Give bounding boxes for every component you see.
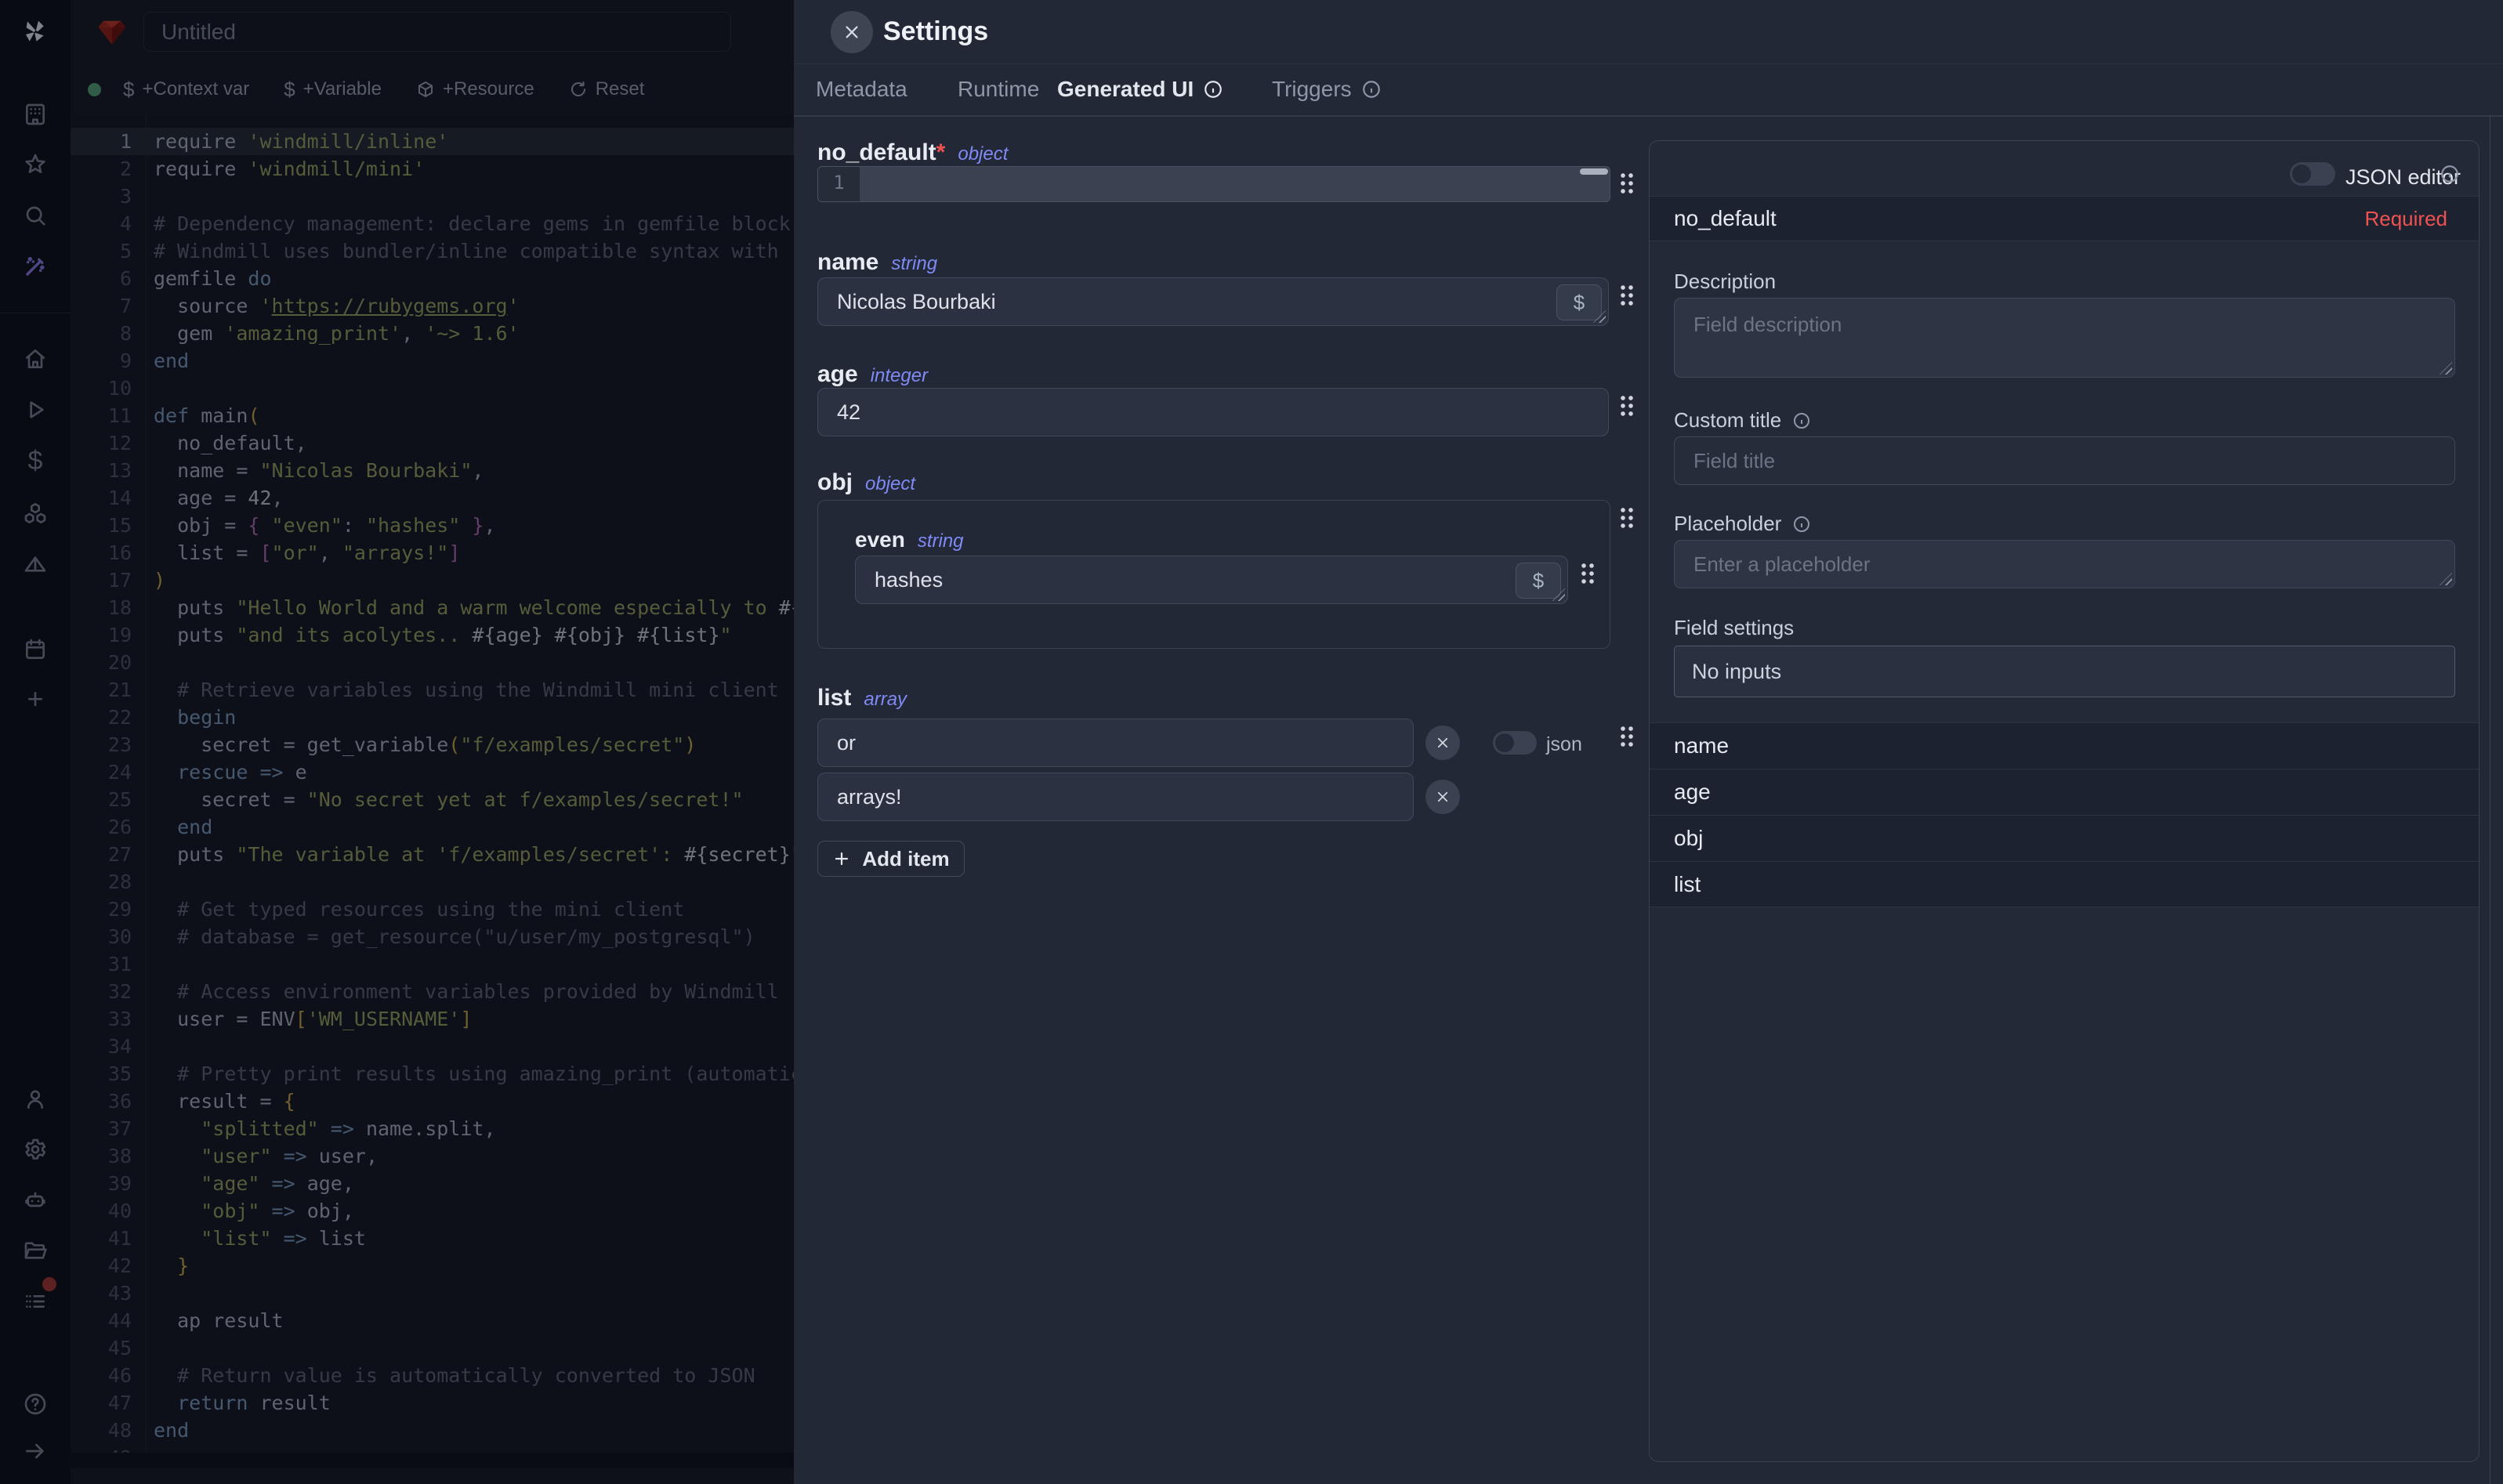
plus-icon (832, 849, 851, 868)
settings-tabbar: Metadata Runtime Generated UI Triggers (794, 64, 2503, 117)
drag-handle-obj[interactable] (1619, 506, 1635, 530)
field-label-obj: obj object (817, 469, 915, 496)
drag-handle-name[interactable] (1619, 284, 1635, 307)
field-label-no_default: no_default* object (817, 139, 1008, 166)
resize-grip[interactable] (2440, 362, 2452, 375)
property-editor-card: JSON editor no_default Required Descript… (1649, 140, 2479, 1462)
required-asterisk: * (936, 139, 946, 165)
selected-property-row[interactable]: no_default Required (1650, 196, 2479, 241)
field-settings-label: Field settings (1674, 616, 1794, 640)
add-item-button[interactable]: Add item (817, 841, 965, 877)
info-icon (1361, 79, 1382, 100)
info-icon (1792, 411, 1811, 430)
tab-runtime[interactable]: Runtime (958, 64, 1039, 114)
tab-triggers[interactable]: Triggers (1272, 64, 1382, 114)
obj-nested-box: even string hashes $ (817, 500, 1610, 649)
drag-handle-list[interactable] (1619, 725, 1635, 748)
description-label: Description (1674, 270, 1776, 294)
name-dollar-button[interactable]: $ (1556, 284, 1602, 320)
tab-generated-ui[interactable]: Generated UI (1057, 64, 1223, 114)
age-input[interactable]: 42 (817, 388, 1609, 436)
drag-handle-even[interactable] (1580, 562, 1596, 585)
property-row-list[interactable]: list (1650, 861, 2479, 907)
required-badge: Required (2364, 207, 2447, 231)
no-default-json-input[interactable]: 1 (817, 166, 1610, 202)
mini-editor-line-number: 1 (818, 167, 860, 201)
modal-backdrop[interactable] (0, 0, 794, 1484)
drag-handle-age[interactable] (1619, 394, 1635, 418)
json-toggle-label: json (1546, 733, 1582, 756)
even-input[interactable]: hashes $ (855, 556, 1568, 604)
drawer-header: Settings (794, 0, 2503, 64)
name-input[interactable]: Nicolas Bourbaki $ (817, 277, 1609, 326)
field-settings-select[interactable]: No inputs (1674, 646, 2455, 697)
placeholder-textarea[interactable]: Enter a placeholder (1674, 540, 2455, 588)
field-label-even: even string (855, 527, 964, 552)
custom-title-label: Custom title (1674, 408, 1811, 433)
field-label-age: age integer (817, 361, 928, 388)
json-toggle[interactable] (1493, 731, 1537, 755)
custom-title-input[interactable]: Field title (1674, 436, 2455, 485)
field-label-name: name string (817, 249, 937, 276)
field-label-list: list array (817, 685, 907, 711)
remove-item-icon[interactable] (1425, 726, 1460, 760)
drawer-title: Settings (883, 0, 988, 63)
resize-grip[interactable] (2440, 573, 2452, 585)
placeholder-label: Placeholder (1674, 512, 1811, 536)
info-icon (2440, 164, 2460, 184)
info-icon (1203, 79, 1223, 100)
windmill-app: $ + (0, 0, 2503, 1484)
property-row-age[interactable]: age (1650, 769, 2479, 815)
info-icon (1792, 515, 1811, 534)
list-item-input-1[interactable]: arrays! (817, 773, 1414, 821)
property-row-obj[interactable]: obj (1650, 815, 2479, 861)
json-editor-toggle[interactable] (2290, 162, 2335, 186)
tab-metadata[interactable]: Metadata (816, 64, 907, 114)
list-item-input-0[interactable]: or (817, 718, 1414, 767)
property-row-name[interactable]: name (1650, 722, 2479, 769)
drag-handle-no_default[interactable] (1619, 172, 1635, 195)
even-dollar-button[interactable]: $ (1516, 563, 1561, 599)
remove-item-icon[interactable] (1425, 780, 1460, 814)
close-icon[interactable] (831, 11, 873, 53)
description-textarea[interactable]: Field description (1674, 298, 2455, 378)
mini-editor-scrollbar[interactable] (1580, 168, 1608, 175)
